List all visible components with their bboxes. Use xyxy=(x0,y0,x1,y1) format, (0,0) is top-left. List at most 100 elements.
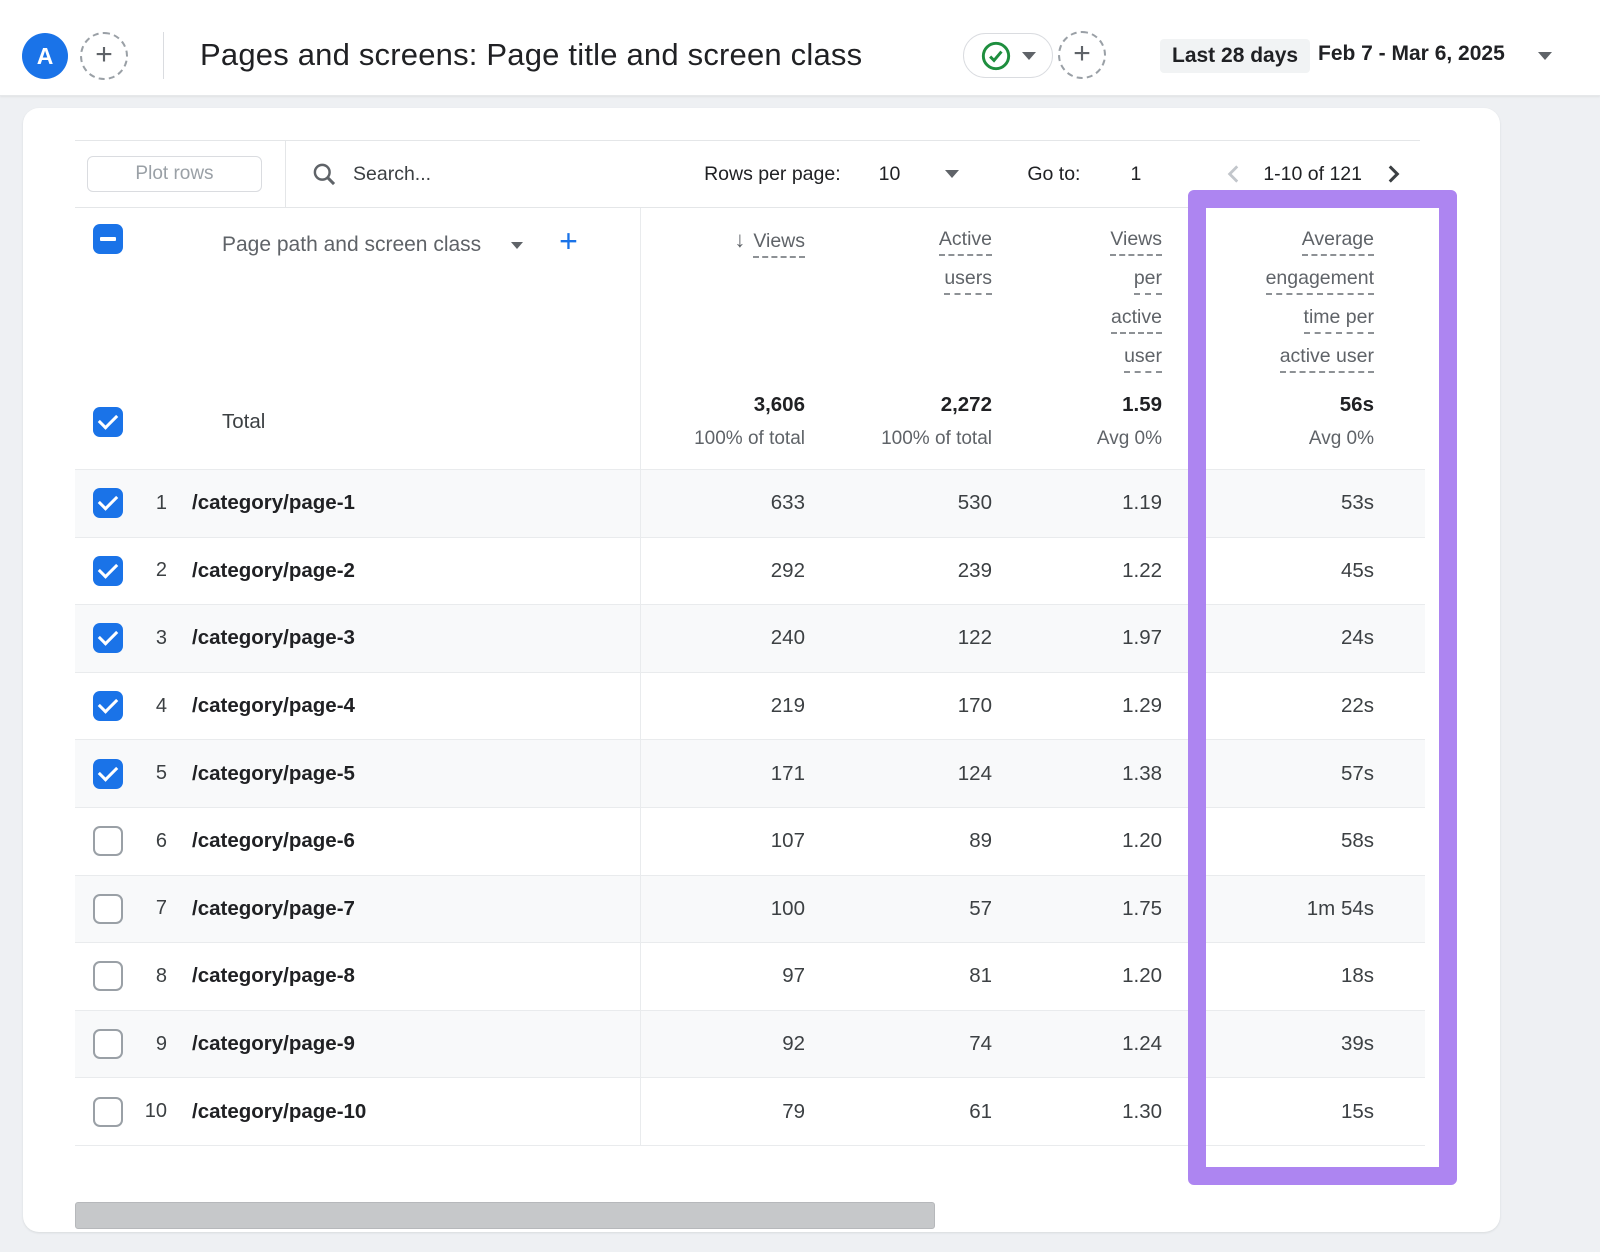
views-per-active-user-value: 1.20 xyxy=(992,964,1162,988)
row-number: 10 xyxy=(123,1100,167,1123)
ga4-pages-and-screens-report: A + Pages and screens: Page title and sc… xyxy=(0,0,1600,1252)
column-header-avg-engagement-time[interactable]: Average engagement time per active user xyxy=(1162,208,1374,374)
column-header-views[interactable]: ↓Views xyxy=(641,208,805,374)
rows-per-page-select[interactable]: 10 xyxy=(879,163,901,186)
row-checkbox[interactable] xyxy=(93,556,123,586)
page-title: Pages and screens: Page title and screen… xyxy=(200,37,862,73)
page-path: /category/page-3 xyxy=(192,626,355,650)
table-row: 10 /category/page-10 79 61 1.30 15s xyxy=(75,1078,1425,1146)
search-input[interactable]: Search... xyxy=(353,163,431,186)
views-value: 292 xyxy=(641,559,805,583)
avg-engagement-value: 58s xyxy=(1162,829,1374,853)
active-users-value: 57 xyxy=(805,897,992,921)
totals-label: Total xyxy=(222,410,265,434)
row-checkbox[interactable] xyxy=(93,1029,123,1059)
row-checkbox[interactable] xyxy=(93,691,123,721)
dimension-header-cell: Page path and screen class + xyxy=(75,208,641,374)
dimension-header-label[interactable]: Page path and screen class xyxy=(222,233,481,257)
page-path: /category/page-4 xyxy=(192,694,355,718)
page-path: /category/page-7 xyxy=(192,897,355,921)
goto-page-label: Go to: xyxy=(1027,163,1080,186)
active-users-value: 89 xyxy=(805,829,992,853)
row-checkbox[interactable] xyxy=(93,961,123,991)
row-checkbox[interactable] xyxy=(93,894,123,924)
table-row: 1 /category/page-1 633 530 1.19 53s xyxy=(75,470,1425,538)
row-number: 9 xyxy=(123,1033,167,1056)
active-users-value: 122 xyxy=(805,626,992,650)
sort-descending-icon: ↓ xyxy=(734,227,745,252)
active-users-value: 81 xyxy=(805,964,992,988)
avg-engagement-value: 39s xyxy=(1162,1032,1374,1056)
active-users-value: 239 xyxy=(805,559,992,583)
table-row: 5 /category/page-5 171 124 1.38 57s xyxy=(75,740,1425,808)
row-checkbox[interactable] xyxy=(93,1097,123,1127)
column-header-active-users[interactable]: Active users xyxy=(805,208,992,374)
avatar[interactable]: A xyxy=(22,33,68,79)
row-number: 7 xyxy=(123,897,167,920)
views-value: 100 xyxy=(641,897,805,921)
header-spacer xyxy=(1374,208,1425,374)
page-path: /category/page-9 xyxy=(192,1032,355,1056)
table-row: 2 /category/page-2 292 239 1.22 45s xyxy=(75,538,1425,606)
table-row: 8 /category/page-8 97 81 1.20 18s xyxy=(75,943,1425,1011)
row-checkbox[interactable] xyxy=(93,826,123,856)
row-number: 6 xyxy=(123,830,167,853)
chevron-down-icon[interactable] xyxy=(1538,52,1552,60)
chevron-down-icon[interactable] xyxy=(511,242,523,249)
views-value: 79 xyxy=(641,1100,805,1124)
report-valid-status-button[interactable] xyxy=(963,33,1053,78)
plot-rows-button[interactable]: Plot rows xyxy=(87,156,262,192)
date-range-value[interactable]: Feb 7 - Mar 6, 2025 xyxy=(1318,42,1505,66)
active-users-value: 124 xyxy=(805,762,992,786)
views-value: 171 xyxy=(641,762,805,786)
search-icon[interactable] xyxy=(310,160,338,188)
add-comparison-button[interactable]: + xyxy=(80,32,128,80)
table-row: 7 /category/page-7 100 57 1.75 1m 54s xyxy=(75,876,1425,944)
avg-engagement-value: 53s xyxy=(1162,491,1374,515)
active-users-value: 61 xyxy=(805,1100,992,1124)
row-checkbox[interactable] xyxy=(93,488,123,518)
row-checkbox[interactable] xyxy=(93,623,123,653)
horizontal-scrollbar[interactable] xyxy=(75,1202,935,1229)
totals-active-users-cell: 2,272 100% of total xyxy=(805,393,992,450)
views-per-active-user-value: 1.24 xyxy=(992,1032,1162,1056)
totals-checkbox[interactable] xyxy=(93,407,123,437)
page-path: /category/page-10 xyxy=(192,1100,366,1124)
header-divider xyxy=(163,32,164,79)
add-report-button[interactable]: + xyxy=(1058,31,1106,79)
row-number: 2 xyxy=(123,559,167,582)
table-toolbar: Plot rows Search... Rows per page: 10 Go… xyxy=(75,140,1420,208)
views-value: 219 xyxy=(641,694,805,718)
check-circle-icon xyxy=(980,40,1012,72)
table-row: 4 /category/page-4 219 170 1.29 22s xyxy=(75,673,1425,741)
column-header-views-per-active-user[interactable]: Views per active user xyxy=(992,208,1162,374)
row-number: 8 xyxy=(123,965,167,988)
add-dimension-icon[interactable]: + xyxy=(559,225,578,257)
views-per-active-user-value: 1.19 xyxy=(992,491,1162,515)
select-all-checkbox[interactable] xyxy=(93,224,123,254)
previous-page-icon[interactable] xyxy=(1221,161,1247,187)
avg-engagement-value: 1m 54s xyxy=(1162,897,1374,921)
next-page-icon[interactable] xyxy=(1380,161,1406,187)
avg-engagement-value: 24s xyxy=(1162,626,1374,650)
chevron-down-icon[interactable] xyxy=(945,170,959,178)
table-header-row: Page path and screen class + ↓Views Acti… xyxy=(75,208,1425,374)
views-per-active-user-value: 1.29 xyxy=(992,694,1162,718)
views-per-active-user-value: 1.97 xyxy=(992,626,1162,650)
goto-page-input[interactable]: 1 xyxy=(1130,163,1141,186)
active-users-value: 74 xyxy=(805,1032,992,1056)
views-value: 92 xyxy=(641,1032,805,1056)
page-path: /category/page-1 xyxy=(192,491,355,515)
row-checkbox[interactable] xyxy=(93,759,123,789)
table-row: 3 /category/page-3 240 122 1.97 24s xyxy=(75,605,1425,673)
row-number: 5 xyxy=(123,762,167,785)
active-users-value: 530 xyxy=(805,491,992,515)
totals-dimension-cell: Total xyxy=(75,374,641,469)
table-row: 9 /category/page-9 92 74 1.24 39s xyxy=(75,1011,1425,1079)
views-per-active-user-value: 1.30 xyxy=(992,1100,1162,1124)
totals-views-cell: 3,606 100% of total xyxy=(641,393,805,450)
avg-engagement-value: 45s xyxy=(1162,559,1374,583)
date-range-preset[interactable]: Last 28 days xyxy=(1160,39,1310,73)
views-per-active-user-value: 1.38 xyxy=(992,762,1162,786)
views-per-active-user-value: 1.22 xyxy=(992,559,1162,583)
